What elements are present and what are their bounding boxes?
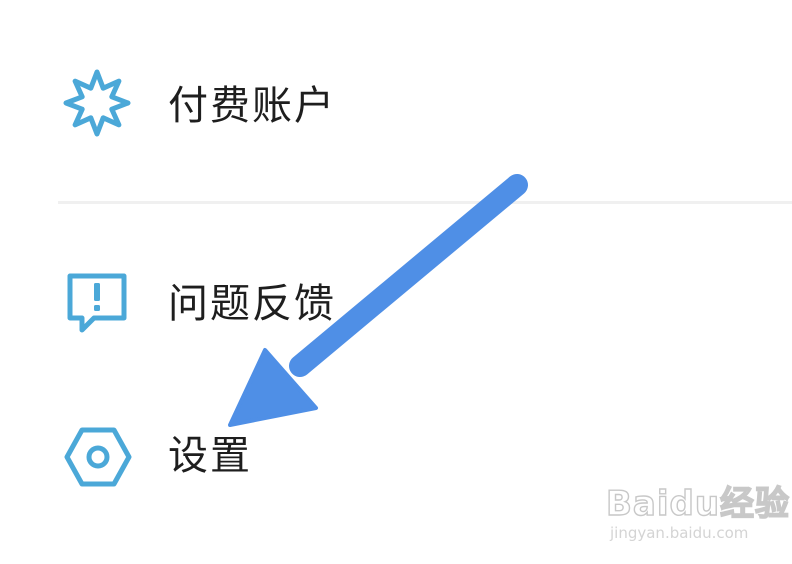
menu-item-label: 问题反馈	[168, 281, 336, 327]
hexagon-gear-icon	[62, 424, 134, 494]
menu-item-feedback[interactable]: 问题反馈	[0, 256, 792, 352]
menu-item-paid-account[interactable]: 付费账户	[0, 58, 792, 154]
divider	[58, 201, 792, 204]
watermark-url: jingyan.baidu.com	[610, 524, 749, 542]
menu-item-label: 付费账户	[168, 83, 336, 129]
menu-item-label: 设置	[168, 433, 252, 479]
watermark: Baidu经验 jingyan.baidu.com	[605, 474, 792, 550]
feedback-bubble-icon	[62, 272, 132, 340]
watermark-brand: Baidu经验	[605, 483, 791, 524]
starburst-icon	[62, 68, 132, 142]
